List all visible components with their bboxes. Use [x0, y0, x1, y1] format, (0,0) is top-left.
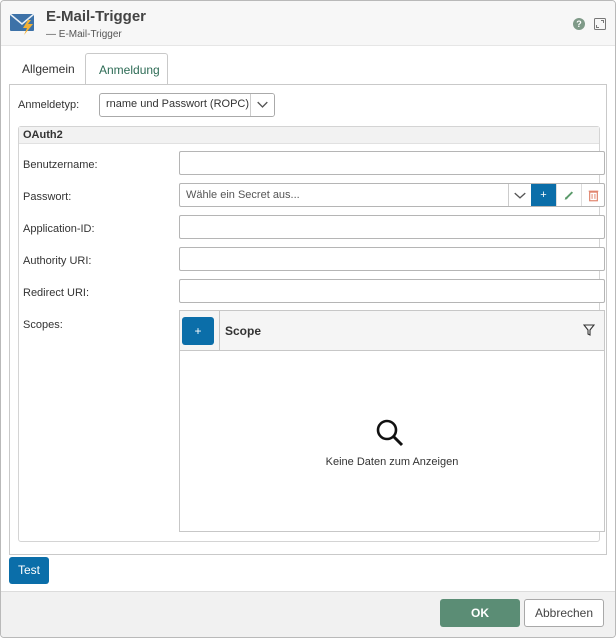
trash-icon[interactable] — [581, 184, 605, 206]
column-separator — [219, 311, 220, 351]
tab-allgemein[interactable]: Allgemein — [9, 53, 81, 85]
pencil-icon[interactable] — [556, 184, 581, 206]
redirect-uri-field[interactable] — [179, 279, 605, 303]
application-id-label: Application-ID: — [23, 223, 95, 235]
ok-button[interactable]: OK — [440, 599, 520, 627]
mail-trigger-icon — [9, 13, 35, 35]
maximize-icon[interactable] — [593, 17, 607, 31]
email-trigger-dialog: E-Mail-Trigger — E-Mail-Trigger ? Allgem… — [0, 0, 616, 638]
scopes-grid: + Scope Keine Daten zum Anzeigen — [179, 310, 605, 532]
passwort-select[interactable]: Wähle ein Secret aus... + — [179, 183, 605, 207]
help-icon[interactable]: ? — [573, 18, 585, 30]
dialog-footer: OK Abbrechen — [1, 591, 615, 637]
add-scope-button[interactable]: + — [182, 317, 214, 345]
anmeldetyp-value: rname und Passwort (ROPC) — [106, 98, 250, 110]
test-button[interactable]: Test — [9, 557, 49, 584]
title-bar: E-Mail-Trigger — E-Mail-Trigger ? — [1, 1, 615, 46]
scopes-grid-header: + Scope — [180, 311, 604, 351]
authority-uri-label: Authority URI: — [23, 255, 92, 267]
scopes-label: Scopes: — [23, 319, 63, 331]
cancel-button[interactable]: Abbrechen — [524, 599, 604, 627]
empty-state-text: Keine Daten zum Anzeigen — [325, 456, 459, 468]
benutzername-field[interactable] — [179, 151, 605, 175]
chevron-down-icon[interactable] — [508, 184, 531, 206]
passwort-label: Passwort: — [23, 191, 72, 203]
anmeldetyp-label: Anmeldetyp: — [18, 99, 80, 111]
window-title: E-Mail-Trigger — [46, 8, 147, 25]
oauth2-title: OAuth2 — [23, 129, 63, 141]
oauth2-header: OAuth2 — [19, 127, 599, 144]
add-secret-button[interactable]: + — [531, 184, 556, 206]
scope-column-header[interactable]: Scope — [225, 324, 261, 338]
tab-content-anmeldung: Anmeldetyp: rname und Passwort (ROPC) OA… — [9, 85, 607, 555]
tab-anmeldung[interactable]: Anmeldung — [85, 53, 168, 85]
search-icon — [376, 419, 404, 447]
filter-icon[interactable] — [583, 324, 595, 336]
application-id-field[interactable] — [179, 215, 605, 239]
redirect-uri-label: Redirect URI: — [23, 287, 90, 299]
benutzername-label: Benutzername: — [23, 159, 98, 171]
authority-uri-field[interactable] — [179, 247, 605, 271]
oauth2-section: OAuth2 Benutzername: Passwort: Wähle ein… — [18, 126, 605, 542]
chevron-down-icon[interactable] — [250, 94, 274, 116]
anmeldetyp-select[interactable]: rname und Passwort (ROPC) — [99, 93, 275, 117]
passwort-placeholder: Wähle ein Secret aus... — [186, 189, 300, 201]
window-subtitle: — E-Mail-Trigger — [46, 29, 122, 40]
